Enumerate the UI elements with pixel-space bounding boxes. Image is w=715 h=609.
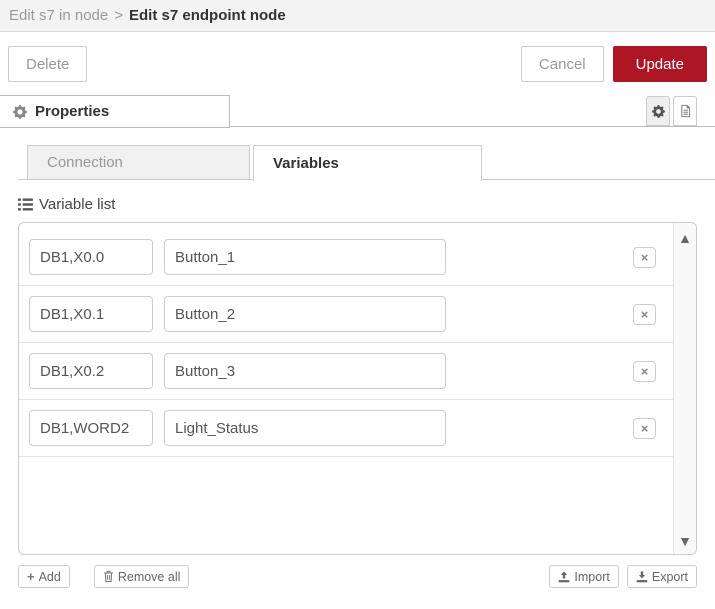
node-settings-button[interactable] — [646, 96, 670, 126]
breadcrumb: Edit s7 in node > Edit s7 endpoint node — [0, 0, 715, 32]
variable-row: × — [19, 229, 673, 286]
delete-button[interactable]: Delete — [8, 46, 88, 82]
remove-all-button[interactable]: Remove all — [93, 565, 190, 588]
list-icon — [18, 198, 33, 211]
remove-all-button-label: Remove all — [117, 569, 181, 584]
variable-row: × — [19, 400, 673, 457]
variable-list: × × × × ▲ ▼ — [18, 222, 697, 555]
tab-variables[interactable]: Variables — [253, 145, 482, 181]
variable-row: × — [19, 343, 673, 400]
form-tab-bar: Connection Variables — [0, 127, 715, 181]
tab-variables-label: Variables — [273, 155, 339, 172]
variable-name-input[interactable] — [164, 239, 446, 275]
delete-row-button[interactable]: × — [633, 361, 656, 382]
export-button[interactable]: Export — [626, 565, 697, 588]
cancel-button[interactable]: Cancel — [520, 46, 604, 82]
scroll-up-icon[interactable]: ▲ — [678, 231, 692, 245]
download-icon — [636, 570, 648, 583]
tab-properties[interactable]: Properties — [0, 95, 230, 128]
variable-name-input[interactable] — [164, 410, 446, 446]
delete-row-button[interactable]: × — [633, 247, 656, 268]
variable-list-toolbar: + Add Remove all Import Export — [18, 565, 697, 588]
import-button-label: Import — [574, 569, 610, 584]
plus-icon: + — [27, 569, 35, 584]
import-button[interactable]: Import — [549, 565, 619, 588]
trash-icon — [103, 570, 114, 583]
update-button[interactable]: Update — [612, 46, 707, 82]
variable-address-input[interactable] — [29, 410, 153, 446]
variable-row: × — [19, 286, 673, 343]
export-button-label: Export — [651, 569, 688, 584]
breadcrumb-parent-link[interactable]: Edit s7 in node — [9, 7, 108, 24]
page-title: Edit s7 endpoint node — [129, 7, 286, 24]
variable-address-input[interactable] — [29, 296, 153, 332]
editor-tab-bar: Properties — [0, 95, 715, 128]
variable-list-header: Variable list — [18, 196, 715, 213]
variable-name-input[interactable] — [164, 296, 446, 332]
add-button[interactable]: + Add — [18, 565, 70, 588]
delete-row-button[interactable]: × — [633, 304, 656, 325]
breadcrumb-separator: > — [114, 7, 124, 24]
variable-address-input[interactable] — [29, 239, 153, 275]
variable-address-input[interactable] — [29, 353, 153, 389]
document-icon — [679, 104, 692, 118]
gear-icon — [13, 104, 27, 119]
add-button-label: Add — [38, 569, 61, 584]
variable-list-title: Variable list — [39, 196, 116, 213]
scrollbar[interactable]: ▲ ▼ — [673, 223, 696, 554]
dialog-toolbar: Delete Cancel Update — [0, 32, 715, 95]
scroll-down-icon[interactable]: ▼ — [678, 534, 692, 548]
tab-properties-label: Properties — [35, 103, 110, 120]
gear-icon — [651, 104, 665, 118]
variable-name-input[interactable] — [164, 353, 446, 389]
tab-connection-label: Connection — [47, 154, 123, 171]
delete-row-button[interactable]: × — [633, 418, 656, 439]
node-docs-button[interactable] — [673, 96, 697, 126]
tab-connection[interactable]: Connection — [27, 145, 250, 180]
upload-icon — [558, 570, 570, 583]
